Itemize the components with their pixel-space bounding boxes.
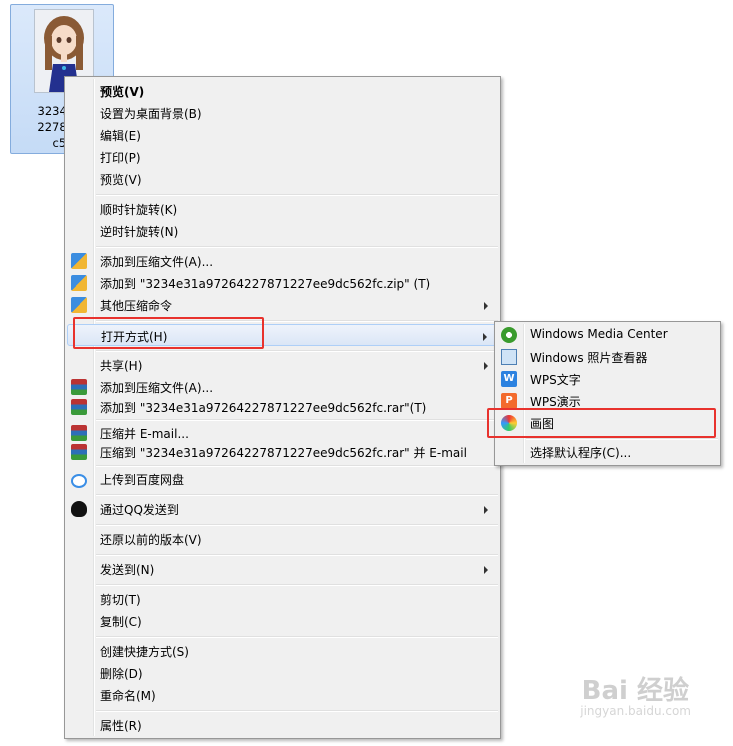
wps-presentation-icon: P [501,393,517,409]
menu-item-print[interactable]: 打印(P) [67,146,498,168]
wps-writer-icon: W [501,371,517,387]
submenu-item-wps-writer[interactable]: W WPS文字 [497,368,718,390]
menu-item-add-to-rar-file[interactable]: 添加到 "3234e31a97264227871227ee9dc562fc.ra… [67,396,498,418]
menu-item-other-compress-commands[interactable]: 其他压缩命令 [67,294,498,316]
menu-item-rename[interactable]: 重命名(M) [67,684,498,706]
menu-separator [96,465,498,467]
windows-media-center-icon [501,327,517,343]
baidu-watermark: Bai 经验 [581,676,689,706]
menu-item-rotate-counterclockwise[interactable]: 逆时针旋转(N) [67,220,498,242]
menu-separator [96,584,498,586]
menu-item-restore-previous-versions[interactable]: 还原以前的版本(V) [67,528,498,550]
submenu-arrow-icon [483,333,487,341]
menu-item-send-to[interactable]: 发送到(N) [67,558,498,580]
menu-item-copy[interactable]: 复制(C) [67,610,498,632]
submenu-item-photo-viewer[interactable]: Windows 照片查看器 [497,346,718,368]
menu-item-properties[interactable]: 属性(R) [67,714,498,736]
menu-separator [96,554,498,556]
menu-separator [526,438,718,440]
menu-item-set-desktop-background[interactable]: 设置为桌面背景(B) [67,102,498,124]
menu-item-edit[interactable]: 编辑(E) [67,124,498,146]
menu-item-preview[interactable]: 预览(V) [67,168,498,190]
submenu-item-windows-media-center[interactable]: Windows Media Center [497,324,718,346]
menu-separator [96,419,498,421]
menu-separator [96,636,498,638]
winrar-icon [71,399,87,415]
menu-item-add-to-archive-zip[interactable]: 添加到压缩文件(A)... [67,250,498,272]
qq-icon [71,501,87,517]
menu-item-cut[interactable]: 剪切(T) [67,588,498,610]
zip-archive-icon [71,275,87,291]
menu-separator [96,194,498,196]
menu-separator [96,350,498,352]
submenu-arrow-icon [484,506,488,514]
context-menu: 预览(V) 设置为桌面背景(B) 编辑(E) 打印(P) 预览(V) 顺时针旋转… [64,76,501,739]
menu-item-send-via-qq[interactable]: 通过QQ发送到 [67,498,498,520]
winrar-icon [71,444,87,460]
highlight-box-paint [487,408,716,438]
submenu-arrow-icon [484,362,488,370]
photo-viewer-icon [501,349,517,365]
menu-item-delete[interactable]: 删除(D) [67,662,498,684]
zip-archive-icon [71,253,87,269]
winrar-icon [71,379,87,395]
open-with-submenu: Windows Media Center Windows 照片查看器 W WPS… [494,321,721,466]
menu-item-upload-baidu-netdisk[interactable]: 上传到百度网盘 [67,468,498,490]
zip-archive-icon [71,297,87,313]
menu-separator [96,524,498,526]
menu-item-create-shortcut[interactable]: 创建快捷方式(S) [67,640,498,662]
menu-item-add-to-zip-file[interactable]: 添加到 "3234e31a97264227871227ee9dc562fc.zi… [67,272,498,294]
menu-item-share[interactable]: 共享(H) [67,354,498,376]
menu-item-compress-to-rar-and-email[interactable]: 压缩到 "3234e31a97264227871227ee9dc562fc.ra… [67,441,498,463]
menu-separator [96,494,498,496]
menu-item-preview-default[interactable]: 预览(V) [67,80,498,102]
menu-item-rotate-clockwise[interactable]: 顺时针旋转(K) [67,198,498,220]
baidu-cloud-icon [71,474,87,488]
submenu-item-choose-default-program[interactable]: 选择默认程序(C)... [497,441,718,463]
winrar-icon [71,425,87,441]
submenu-arrow-icon [484,302,488,310]
highlight-box-open-with [73,317,264,349]
menu-item-add-to-archive-rar[interactable]: 添加到压缩文件(A)... [67,376,498,398]
submenu-arrow-icon [484,566,488,574]
baidu-watermark-url: jingyan.baidu.com [580,704,691,718]
menu-separator [96,246,498,248]
menu-separator [96,710,498,712]
